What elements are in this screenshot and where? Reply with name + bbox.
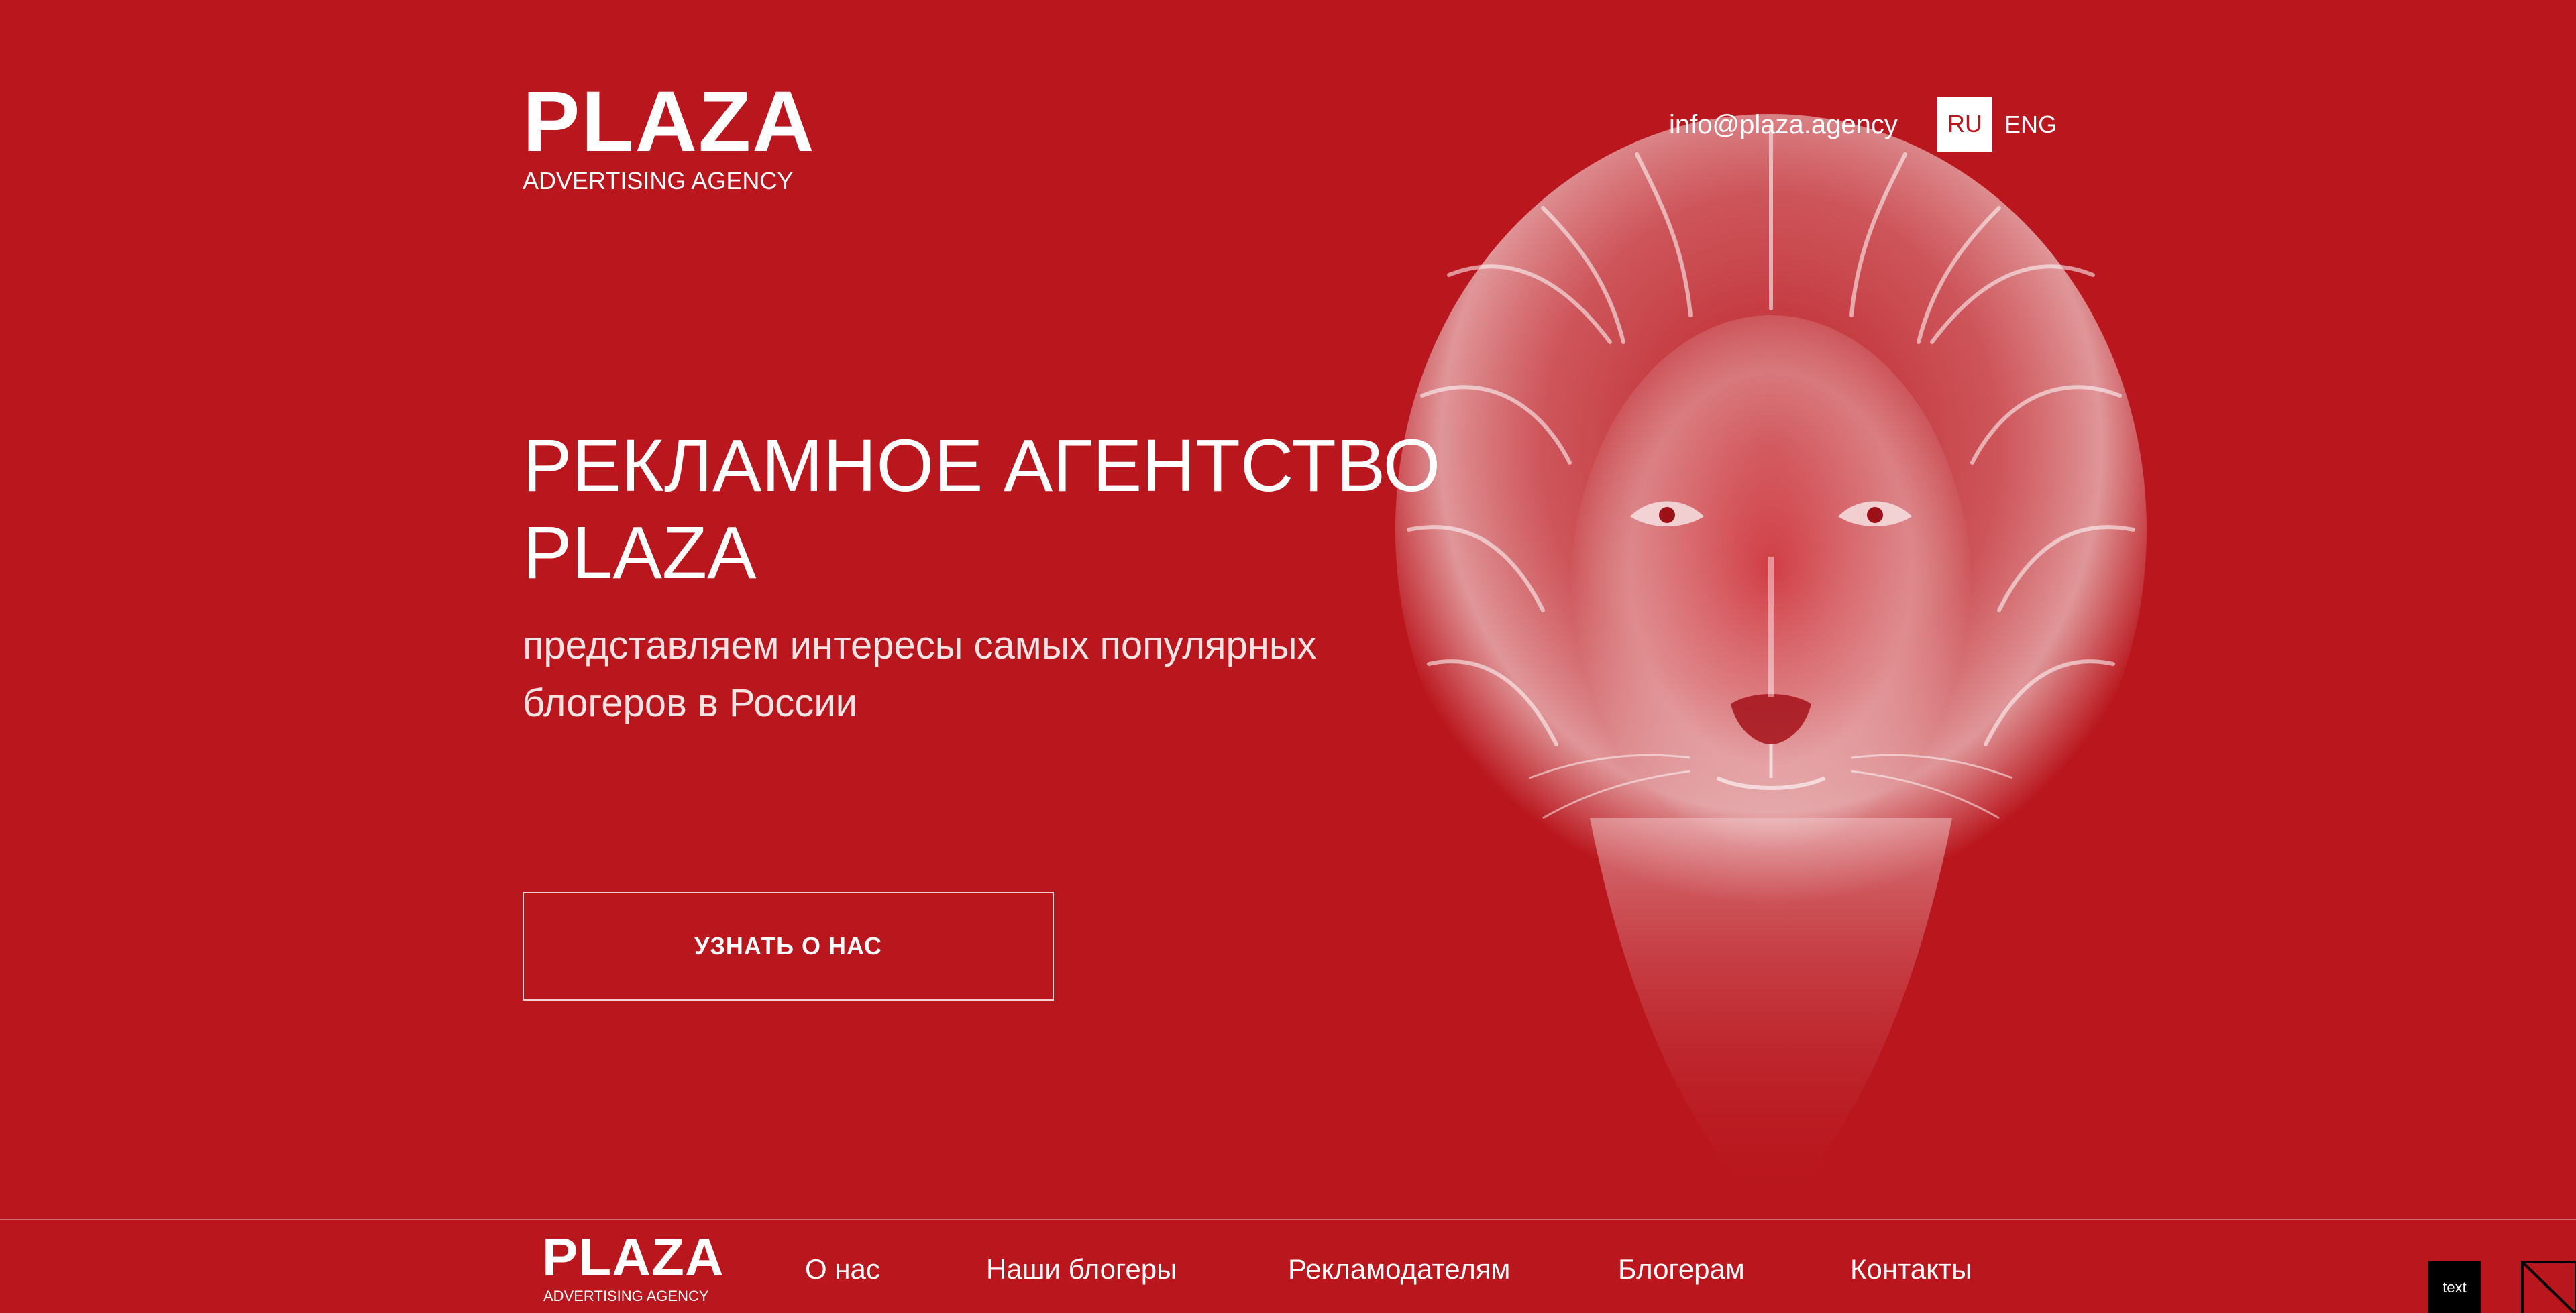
hero-subtitle-line: представляем интересы самых популярных	[523, 624, 1317, 667]
bottom-navbar: PLAZA ADVERTISING AGENCY О нас Наши блог…	[0, 1219, 2576, 1313]
nav-item-bloggers[interactable]: Наши блогеры	[986, 1251, 1177, 1288]
about-us-button[interactable]: УЗНАТЬ О НАС	[523, 892, 1054, 1001]
hero-title-line: РЕКЛАМНОЕ АГЕНТСТВО	[523, 424, 1441, 507]
lion-illustration	[1395, 114, 2147, 1220]
nav-item-contacts[interactable]: Контакты	[1850, 1251, 1972, 1288]
nav-item-for-bloggers[interactable]: Блогерам	[1618, 1251, 1745, 1288]
navbar-logo[interactable]: PLAZA ADVERTISING AGENCY	[542, 1227, 724, 1308]
brand-logo-wordmark: PLAZA	[523, 74, 816, 170]
header-email-link[interactable]: info@plaza.agency	[1669, 107, 1898, 142]
hero-subtitle-line: блогеров в России	[523, 681, 858, 725]
hero-subtitle: представляем интересы самых популярных б…	[523, 617, 1395, 732]
nav-item-advertisers[interactable]: Рекламодателям	[1288, 1251, 1510, 1288]
hero-title-line: PLAZA	[523, 512, 757, 594]
corner-toggle-icon[interactable]	[2521, 1261, 2576, 1313]
text-badge[interactable]: text	[2428, 1261, 2481, 1313]
hero-title: РЕКЛАМНОЕ АГЕНТСТВО PLAZA	[523, 422, 1529, 597]
navbar-logo-tagline: ADVERTISING AGENCY	[543, 1288, 709, 1304]
lang-ru-button[interactable]: RU	[1937, 97, 1992, 152]
brand-logo-tagline: ADVERTISING AGENCY	[523, 167, 794, 194]
navbar-logo-wordmark: PLAZA	[542, 1227, 724, 1287]
page: PLAZA ADVERTISING AGENCY info@plaza.agen…	[0, 0, 2576, 1313]
lang-en-button[interactable]: ENG	[2004, 107, 2057, 142]
nav-item-about[interactable]: О нас	[805, 1251, 880, 1288]
brand-logo[interactable]: PLAZA ADVERTISING AGENCY	[523, 75, 814, 196]
